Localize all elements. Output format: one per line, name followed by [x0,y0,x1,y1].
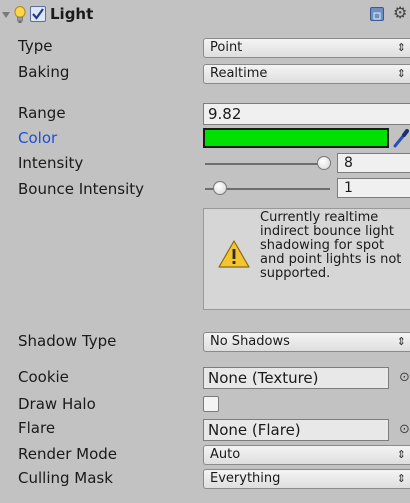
enabled-checkbox[interactable] [30,6,46,22]
baking-value: Realtime [210,66,268,81]
type-label: Type [18,37,53,55]
culling-mask-dropdown[interactable]: Everything ⇕ [203,469,410,489]
dropdown-arrow-icon: ⇕ [396,41,406,54]
eyedropper-icon[interactable] [392,127,410,149]
shadow-type-label: Shadow Type [18,332,117,350]
object-picker-icon[interactable]: ⊙ [399,422,410,437]
type-dropdown[interactable]: Point ⇕ [203,38,410,58]
dropdown-arrow-icon: ⇕ [396,448,406,461]
culling-mask-value: Everything [210,471,281,486]
intensity-slider-handle[interactable] [316,156,331,170]
help-book-icon[interactable] [370,7,384,21]
culling-mask-label: Culling Mask [18,469,113,487]
range-label: Range [18,104,66,122]
bounce-intensity-slider-handle[interactable] [213,181,227,195]
draw-halo-label: Draw Halo [18,395,96,413]
color-label: Color [18,129,58,147]
dropdown-arrow-icon: ⇕ [396,67,406,80]
dropdown-arrow-icon: ⇕ [396,335,406,348]
type-value: Point [210,40,243,55]
range-input[interactable]: 9.82 [203,103,410,125]
shadow-type-dropdown[interactable]: No Shadows ⇕ [203,332,410,352]
flare-label: Flare [18,419,56,437]
cookie-label: Cookie [18,368,69,386]
bounce-intensity-label: Bounce Intensity [18,180,145,198]
intensity-slider-track[interactable] [205,163,330,165]
foldout-arrow-icon[interactable] [2,12,10,18]
checkmark-icon [32,8,44,20]
baking-label: Baking [18,63,70,81]
intensity-input[interactable]: 8 [337,153,410,173]
render-mode-label: Render Mode [18,445,118,463]
object-picker-icon[interactable]: ⊙ [399,370,410,385]
gear-icon[interactable]: ⚙ [393,3,407,22]
cookie-field[interactable]: None (Texture) [203,367,389,389]
render-mode-value: Auto [210,447,241,462]
color-swatch[interactable] [203,128,389,148]
draw-halo-checkbox[interactable] [203,396,219,412]
flare-field[interactable]: None (Flare) [203,419,389,441]
shadow-type-value: No Shadows [210,334,290,349]
warning-icon [218,239,250,269]
light-bulb-icon [14,6,26,24]
component-title: Light [50,5,94,23]
baking-dropdown[interactable]: Realtime ⇕ [203,64,410,84]
render-mode-dropdown[interactable]: Auto ⇕ [203,445,410,465]
intensity-label: Intensity [18,154,84,172]
bounce-intensity-input[interactable]: 1 [337,178,410,198]
help-box: Currently realtime indirect bounce light… [203,208,410,310]
dropdown-arrow-icon: ⇕ [396,472,406,485]
help-message: Currently realtime indirect bounce light… [260,210,402,281]
